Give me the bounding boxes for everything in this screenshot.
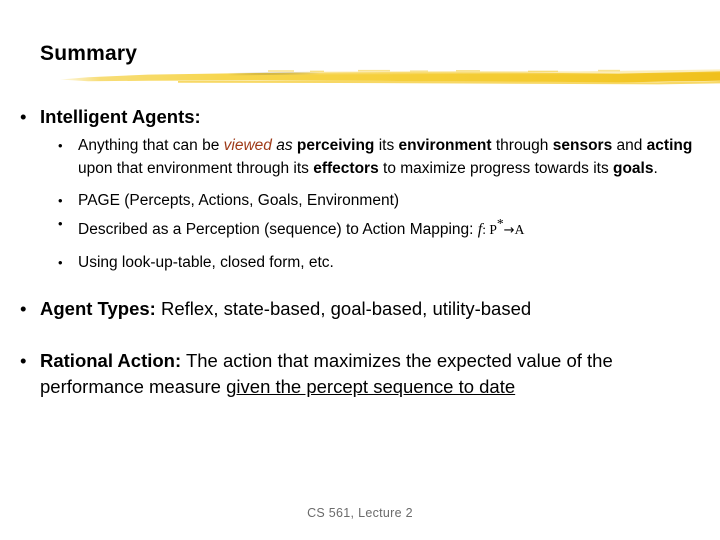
- brush-flecks: [268, 69, 620, 72]
- text-run: through: [491, 137, 553, 154]
- page-title: Summary: [40, 42, 138, 65]
- bullet-marker: •: [20, 350, 27, 372]
- text-run: PAGE (Percepts, Actions, Goals, Environm…: [78, 192, 400, 209]
- text-run-bold: perceiving: [296, 137, 375, 154]
- sub-bullet-page: • PAGE (Percepts, Actions, Goals, Enviro…: [0, 189, 720, 212]
- bullet-marker: •: [58, 255, 63, 271]
- text-run-italic: as: [271, 137, 297, 154]
- bullet-marker: •: [20, 106, 27, 127]
- brush-stroke-divider: [58, 66, 720, 88]
- sub-bullet-lookup: • Using look-up-table, closed form, etc.: [0, 251, 720, 274]
- bullet-agent-types: • Agent Types: Reflex, state-based, goal…: [0, 296, 720, 322]
- slide-body: • Intelligent Agents: • Anything that ca…: [0, 104, 720, 402]
- text-run: to maximize progress towards its: [378, 160, 613, 177]
- text-run: and: [612, 137, 647, 154]
- text-run: Reflex, state-based, goal-based, utility…: [155, 298, 532, 320]
- bullet-heading-intelligent-agents: Intelligent Agents:: [40, 106, 201, 127]
- text-run-highlight: viewed: [223, 137, 272, 154]
- bullet-rational-action: • Rational Action: The action that maxim…: [0, 348, 720, 400]
- text-run-bold: sensors: [552, 137, 613, 154]
- text-run: Described as a Perception (sequence) to …: [78, 221, 478, 239]
- sub-bullet-anything: • Anything that can be viewed as perceiv…: [0, 134, 720, 180]
- text-run: Anything that can be: [78, 137, 224, 154]
- text-run: Using look-up-table, closed form, etc.: [78, 254, 334, 272]
- math-domain: P: [489, 222, 497, 238]
- math-kleene-star: *: [496, 216, 504, 231]
- text-run-bold: environment: [398, 137, 492, 154]
- bullet-marker: •: [20, 298, 27, 320]
- text-run: .: [653, 160, 658, 177]
- brush-stroke-icon: [60, 69, 720, 85]
- math-codomain: A: [514, 222, 525, 238]
- slide: Summary • Intelligent Agents: • Anything…: [0, 0, 720, 540]
- math-arrow-icon: →: [503, 223, 515, 239]
- text-run: its: [374, 137, 399, 154]
- sub-bullet-group-intelligent-agents: • Anything that can be viewed as perceiv…: [0, 134, 720, 274]
- bullet-heading-rational-action: Rational Action:: [40, 350, 182, 372]
- text-run-bold: goals: [613, 160, 654, 177]
- bullet-marker: •: [58, 216, 63, 231]
- text-run: upon that environment through its: [78, 160, 314, 177]
- text-run-bold: effectors: [313, 160, 379, 177]
- sub-bullet-described: • Described as a Perception (sequence) t…: [0, 212, 720, 242]
- bullet-marker: •: [58, 138, 63, 153]
- text-run-bold: acting: [646, 137, 693, 154]
- bullet-intelligent-agents: • Intelligent Agents:: [0, 104, 720, 130]
- text-run-underlined: given the percept sequence to date: [226, 376, 516, 398]
- slide-footer: CS 561, Lecture 2: [307, 506, 413, 520]
- bullet-heading-agent-types: Agent Types:: [40, 298, 156, 320]
- bullet-marker: •: [58, 193, 63, 208]
